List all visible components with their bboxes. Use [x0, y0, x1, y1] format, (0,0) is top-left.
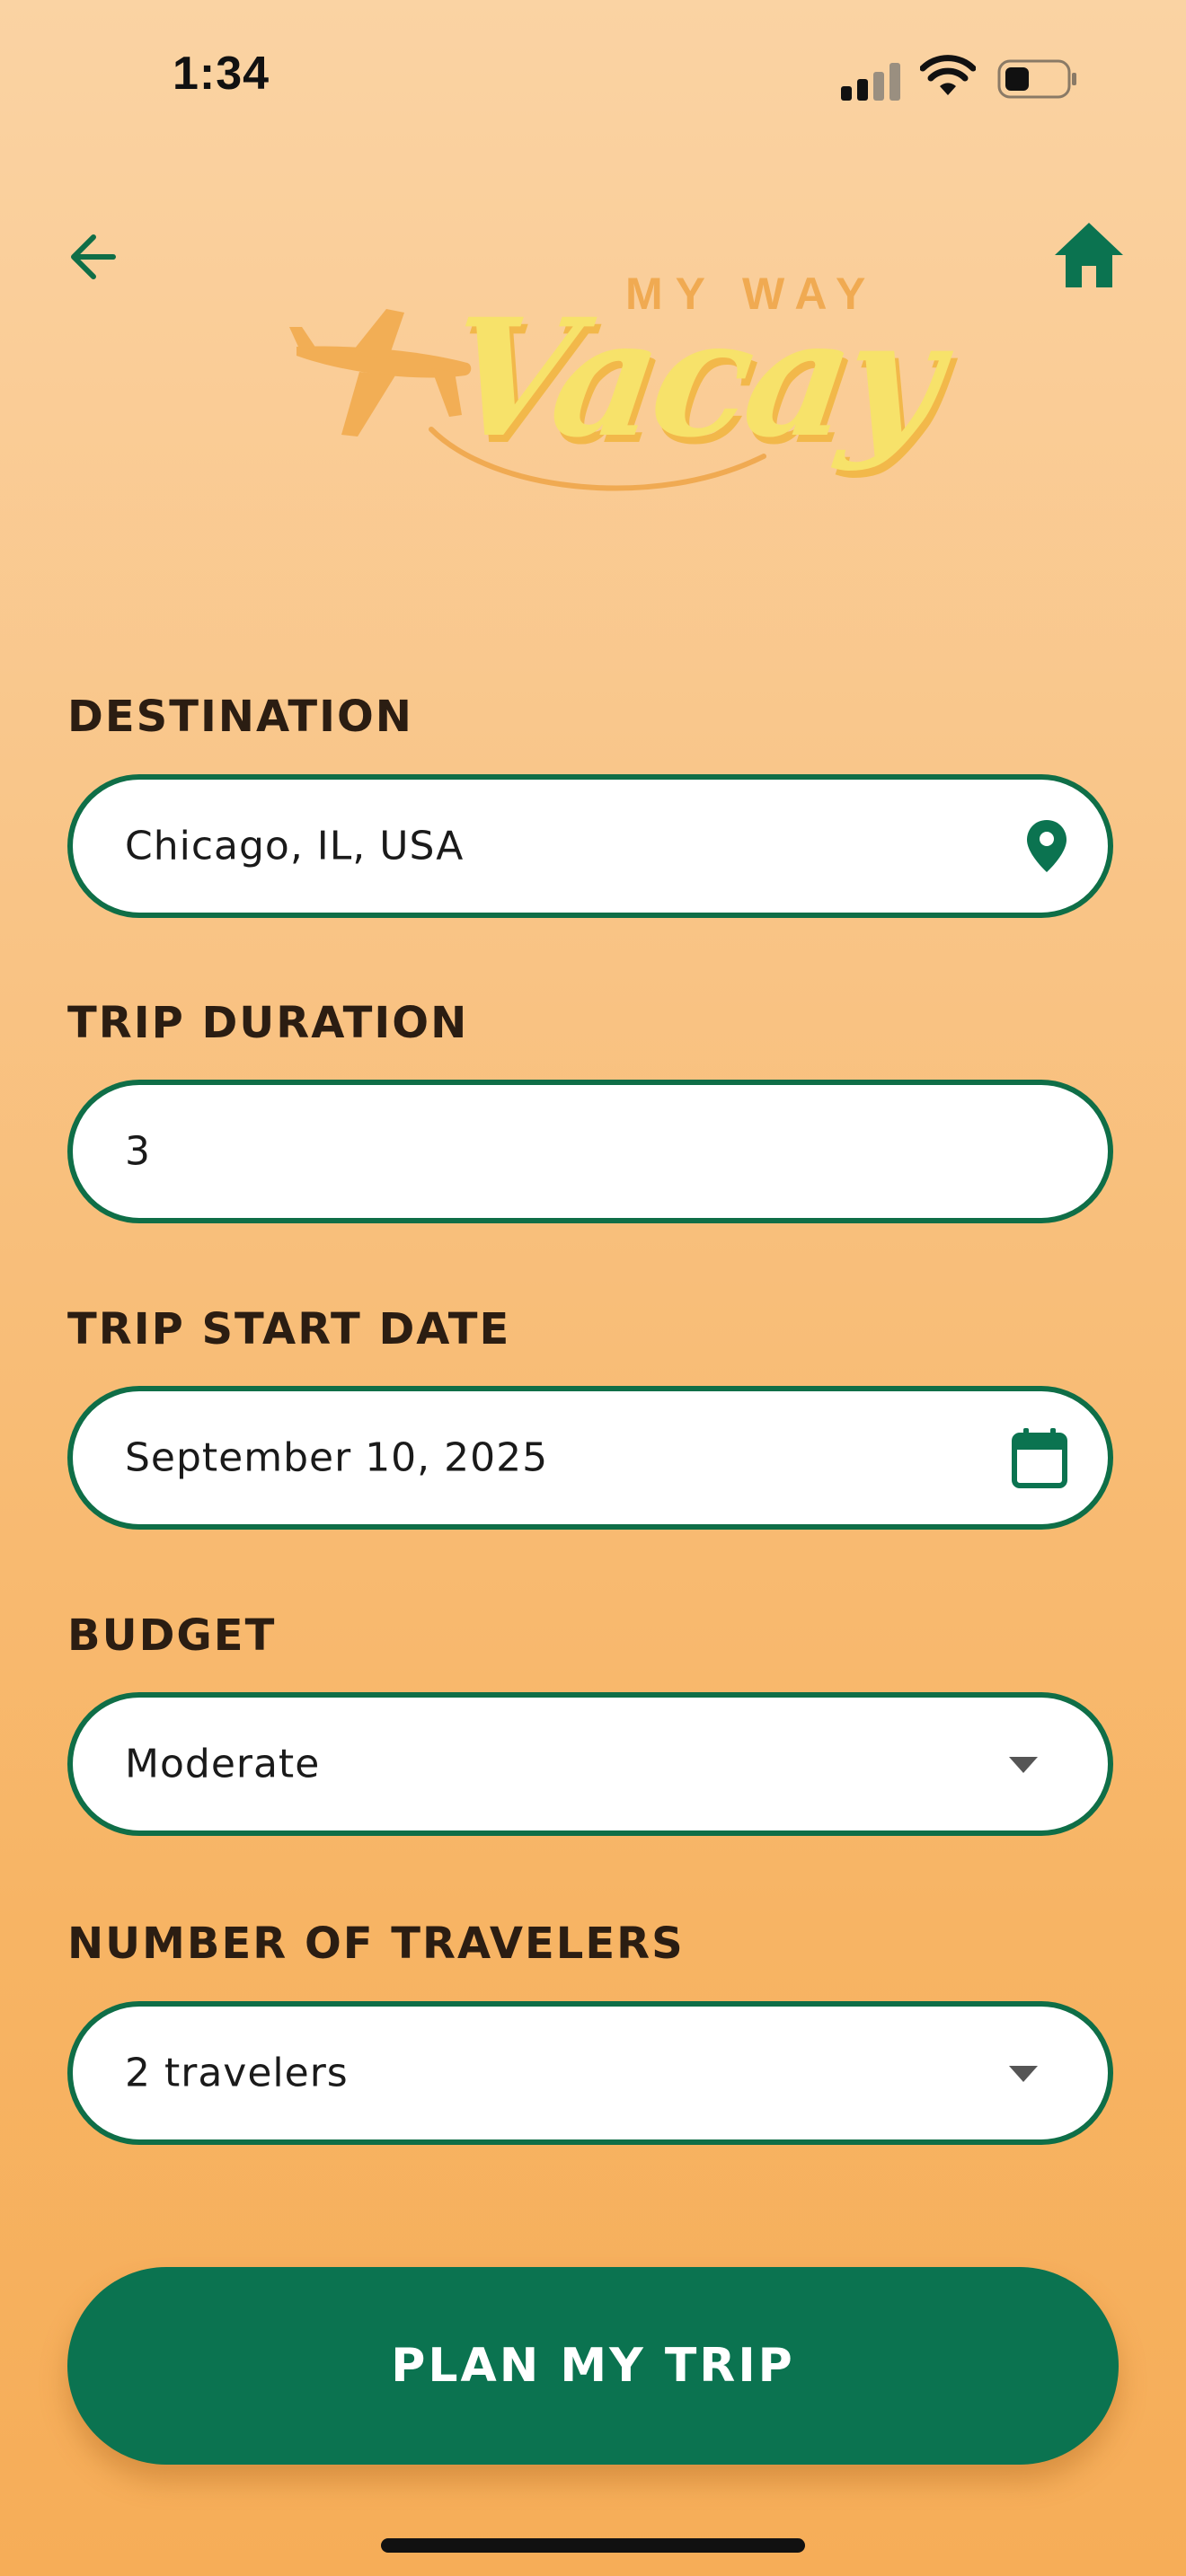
dropdown-caret-icon	[1009, 1757, 1038, 1773]
trip-duration-label: TRIP DURATION	[67, 998, 469, 1048]
back-button[interactable]	[61, 225, 126, 289]
arrow-left-icon	[71, 234, 116, 279]
destination-input[interactable]: Chicago, IL, USA	[67, 774, 1113, 918]
travelers-value: 2 travelers	[125, 2050, 349, 2096]
travelers-select[interactable]: 2 travelers	[67, 2001, 1113, 2145]
budget-value: Moderate	[125, 1741, 321, 1787]
status-time: 1:34	[173, 48, 270, 100]
budget-label: BUDGET	[67, 1610, 277, 1661]
home-button[interactable]	[1053, 221, 1125, 289]
home-icon	[1055, 223, 1123, 287]
budget-select[interactable]: Moderate	[67, 1692, 1113, 1836]
trip-duration-input[interactable]: 3	[67, 1080, 1113, 1223]
start-date-input[interactable]: September 10, 2025	[67, 1386, 1113, 1530]
plan-my-trip-label: PLAN MY TRIP	[391, 2339, 795, 2393]
wifi-icon	[920, 55, 976, 95]
dropdown-caret-icon	[1009, 2066, 1038, 2082]
battery-icon	[997, 59, 1076, 99]
calendar-icon[interactable]	[1011, 1426, 1068, 1489]
travelers-label: NUMBER OF TRAVELERS	[67, 1919, 685, 1969]
start-date-value: September 10, 2025	[125, 1434, 549, 1481]
home-indicator[interactable]	[381, 2538, 805, 2553]
plan-my-trip-button[interactable]: PLAN MY TRIP	[67, 2267, 1119, 2465]
logo-swoosh	[429, 427, 766, 491]
destination-label: DESTINATION	[67, 692, 413, 742]
destination-value: Chicago, IL, USA	[125, 823, 465, 869]
start-date-label: TRIP START DATE	[67, 1304, 511, 1354]
location-pin-icon[interactable]	[1025, 818, 1068, 874]
app-logo: MY WAY Vacay	[288, 268, 948, 501]
cellular-signal-icon	[841, 63, 900, 101]
trip-duration-value: 3	[125, 1128, 151, 1175]
